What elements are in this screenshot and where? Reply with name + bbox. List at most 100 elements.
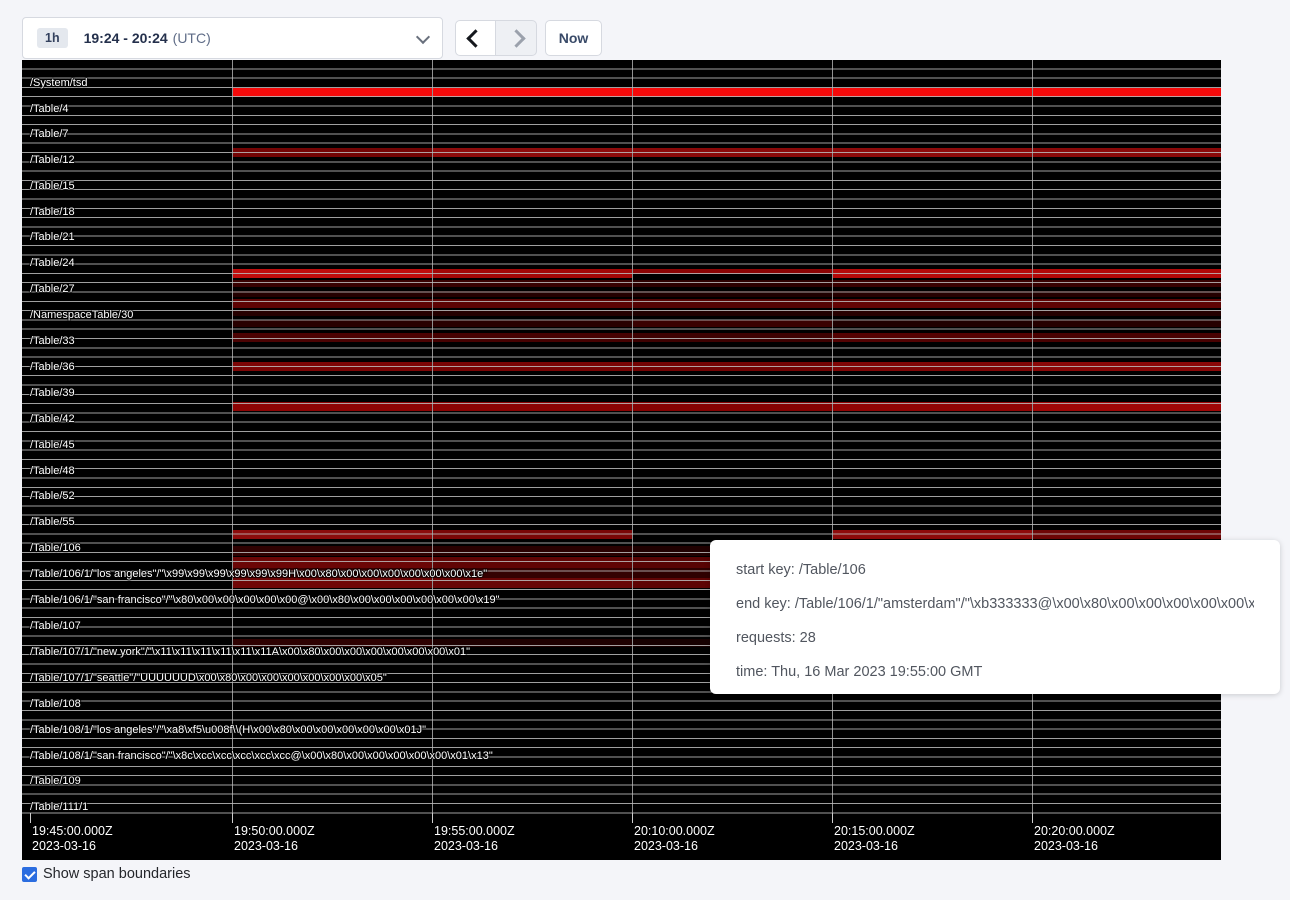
heatmap-band-cell[interactable] [632, 291, 832, 297]
heatmap-band-cell[interactable] [232, 362, 432, 371]
heatmap-band-cell[interactable] [1032, 291, 1221, 297]
tooltip-requests: requests: 28 [736, 621, 1254, 655]
heatmap-band-cell[interactable] [232, 402, 432, 411]
duration-badge: 1h [37, 28, 68, 49]
heatmap-band-cell[interactable] [632, 88, 832, 97]
span-boundaries-checkbox[interactable] [22, 867, 37, 882]
heatmap-band-cell[interactable] [232, 274, 432, 278]
heatmap-band-cell[interactable] [1032, 274, 1221, 278]
axis-tick-label: 20:20:00.000Z2023-03-16 [1034, 824, 1115, 854]
heatmap-row-label: /Table/12 [30, 154, 75, 166]
heatmap-band-cell[interactable] [232, 578, 432, 588]
heatmap-band-cell[interactable] [1032, 299, 1221, 308]
tooltip-end-key: end key: /Table/106/1/"amsterdam"/"\xb33… [736, 587, 1254, 621]
heatmap-band-cell[interactable] [632, 299, 832, 308]
heatmap-row-label: /Table/39 [30, 387, 75, 399]
heatmap-band-cell[interactable] [832, 299, 1032, 308]
heatmap-band-cell[interactable] [432, 546, 632, 556]
heatmap-band-cell[interactable] [432, 320, 632, 327]
heatmap-band-cell[interactable] [232, 148, 432, 157]
heatmap-band-cell[interactable] [632, 320, 832, 327]
heatmap-band-cell[interactable] [832, 310, 1032, 316]
heatmap-band-cell[interactable] [832, 530, 1032, 539]
heatmap-band-cell[interactable] [1032, 362, 1221, 371]
heatmap-band-cell[interactable] [432, 299, 632, 308]
heatmap-band-cell[interactable] [432, 578, 632, 588]
heatmap-band-cell[interactable] [632, 310, 832, 316]
heatmap-gridline [832, 60, 833, 818]
heatmap-band-cell[interactable] [832, 333, 1032, 342]
heatmap-band-cell[interactable] [432, 291, 632, 297]
heatmap-band-cell[interactable] [432, 88, 632, 97]
heatmap-band-cell[interactable] [432, 274, 632, 278]
heatmap-band-cell[interactable] [1032, 88, 1221, 97]
heatmap-band-cell[interactable] [632, 333, 832, 342]
heatmap-band-cell[interactable] [632, 402, 832, 411]
heatmap-band-cell[interactable] [232, 557, 432, 568]
axis-tick-mark [632, 813, 633, 823]
heatmap-band-cell[interactable] [232, 299, 432, 308]
heatmap-band-cell[interactable] [232, 320, 432, 327]
now-button[interactable]: Now [545, 20, 602, 56]
heatmap-row-label: /Table/42 [30, 413, 75, 425]
heatmap-band-cell[interactable] [1032, 333, 1221, 342]
heatmap-row-label: /Table/33 [30, 335, 75, 347]
axis-tick-mark [30, 813, 31, 823]
axis-tick-mark [232, 813, 233, 823]
heatmap-band-cell[interactable] [432, 568, 632, 578]
heatmap-row-label: /Table/52 [30, 490, 75, 502]
heatmap-band-cell[interactable] [232, 333, 432, 342]
heatmap-band-cell[interactable] [1032, 530, 1221, 539]
heatmap-band-cell[interactable] [232, 310, 432, 316]
heatmap-band-cell[interactable] [232, 280, 432, 287]
heatmap-band-cell[interactable] [432, 362, 632, 371]
heatmap-band-cell[interactable] [832, 402, 1032, 411]
heatmap-band-cell[interactable] [832, 291, 1032, 297]
prev-time-button[interactable] [455, 20, 496, 56]
heatmap-row-label: /Table/55 [30, 516, 75, 528]
heatmap-band-cell[interactable] [432, 148, 632, 157]
heatmap-band-cell[interactable] [632, 148, 832, 157]
heatmap-band-cell[interactable] [1032, 148, 1221, 157]
heatmap-row-label: /Table/4 [30, 103, 69, 115]
axis-tick-label: 19:55:00.000Z2023-03-16 [434, 824, 515, 854]
hover-tooltip: start key: /Table/106 end key: /Table/10… [710, 540, 1280, 694]
heatmap-row-label: /NamespaceTable/30 [30, 309, 133, 321]
heatmap-band-cell[interactable] [832, 88, 1032, 97]
heatmap-row-label: /Table/7 [30, 128, 69, 140]
next-time-button[interactable] [496, 20, 537, 56]
heatmap-band-cell[interactable] [432, 310, 632, 316]
heatmap-band-cell[interactable] [232, 546, 432, 556]
heatmap-band-cell[interactable] [232, 568, 432, 578]
heatmap-band-cell[interactable] [832, 362, 1032, 371]
heatmap-row-label: /Table/111/1 [30, 801, 88, 813]
span-boundaries-checkbox-label[interactable]: Show span boundaries [43, 866, 191, 882]
heatmap-band-cell[interactable] [1032, 280, 1221, 287]
heatmap-band-cell[interactable] [432, 557, 632, 568]
heatmap-band-cell[interactable] [432, 402, 632, 411]
heatmap-band-cell[interactable] [832, 320, 1032, 327]
heatmap-band-cell[interactable] [432, 280, 632, 287]
heatmap-band-cell[interactable] [1032, 310, 1221, 316]
heatmap-band-cell[interactable] [832, 274, 1032, 278]
heatmap-band-cell[interactable] [232, 88, 432, 97]
heatmap-band-cell[interactable] [632, 280, 832, 287]
heatmap-band-cell[interactable] [1032, 402, 1221, 411]
heatmap-band-cell[interactable] [832, 148, 1032, 157]
heatmap-band-cell[interactable] [232, 639, 432, 647]
heatmap-band-cell[interactable] [432, 639, 632, 647]
heatmap-band-cell[interactable] [832, 280, 1032, 287]
chevron-left-icon [466, 29, 484, 47]
heatmap-band-cell[interactable] [632, 362, 832, 371]
heatmap-band-cell[interactable] [232, 291, 432, 297]
heatmap-band-cell[interactable] [232, 530, 432, 539]
time-range-selector[interactable]: 1h 19:24 - 20:24 (UTC) [22, 17, 443, 59]
heatmap-row-label: /Table/24 [30, 257, 75, 269]
heatmap-band-cell[interactable] [432, 530, 632, 539]
heatmap-band-cell[interactable] [432, 333, 632, 342]
key-visualizer-heatmap[interactable]: /System/tsd/Table/4/Table/7/Table/12/Tab… [22, 60, 1221, 860]
toolbar: 1h 19:24 - 20:24 (UTC) Now [0, 0, 1290, 60]
heatmap-gridline [632, 60, 633, 818]
heatmap-band-cell[interactable] [632, 269, 832, 274]
heatmap-band-cell[interactable] [1032, 320, 1221, 327]
